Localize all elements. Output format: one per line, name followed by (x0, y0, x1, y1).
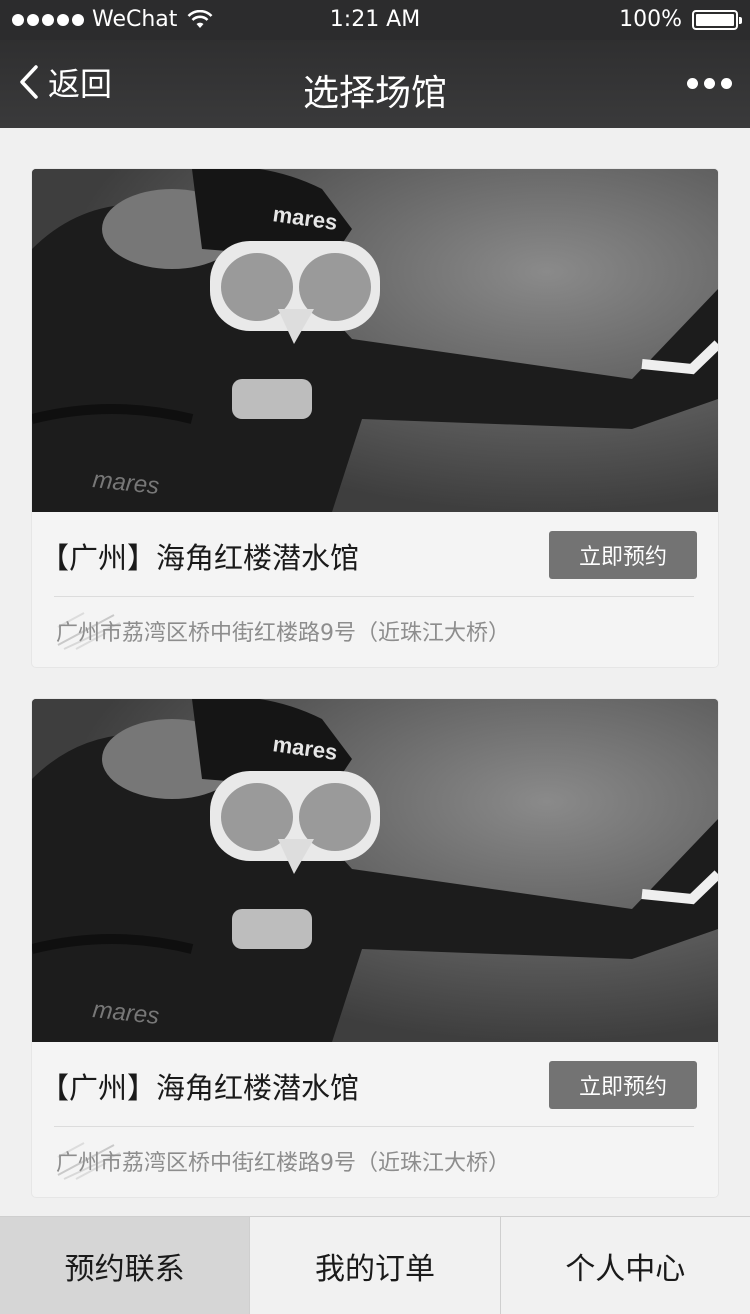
battery-icon (692, 9, 742, 30)
tab-my-orders[interactable]: 我的订单 (250, 1217, 501, 1314)
battery-percent: 100% (619, 7, 682, 32)
venue-card[interactable]: mares mares 【广州】海角红楼潜水馆 立即预约 广州市荔湾区桥中街红楼… (32, 169, 718, 667)
tab-bar: 预约联系 我的订单 个人中心 (0, 1216, 750, 1314)
divider (54, 596, 694, 597)
reserve-button[interactable]: 立即预约 (549, 531, 697, 579)
venue-photo: mares mares (32, 699, 718, 1042)
venue-list: mares mares 【广州】海角红楼潜水馆 立即预约 广州市荔湾区桥中街红楼… (0, 128, 750, 1216)
tab-booking-contact[interactable]: 预约联系 (0, 1217, 251, 1314)
page-title: 选择场馆 (302, 73, 447, 114)
address-row: 广州市荔湾区桥中街红楼路9号（近珠江大桥） (54, 609, 510, 653)
tab-profile[interactable]: 个人中心 (501, 1217, 750, 1314)
address-row: 广州市荔湾区桥中街红楼路9号（近珠江大桥） (54, 1139, 510, 1183)
venue-photo: mares mares (32, 169, 718, 512)
venue-address: 广州市荔湾区桥中街红楼路9号（近珠江大桥） (56, 1151, 510, 1176)
reserve-button[interactable]: 立即预约 (549, 1061, 697, 1109)
status-right: 100% (619, 7, 742, 32)
venue-name: 【广州】海角红楼潜水馆 (40, 1071, 360, 1105)
nav-bar: 返回 选择场馆 (0, 40, 750, 128)
status-bar: WeChat 1:21 AM 100% (0, 0, 750, 40)
divider (54, 1126, 694, 1127)
more-dots-icon[interactable] (683, 74, 736, 93)
venue-address: 广州市荔湾区桥中街红楼路9号（近珠江大桥） (56, 621, 510, 646)
venue-card[interactable]: mares mares 【广州】海角红楼潜水馆 立即预约 广州市荔湾区桥中街红楼… (32, 699, 718, 1197)
venue-name: 【广州】海角红楼潜水馆 (40, 541, 360, 575)
